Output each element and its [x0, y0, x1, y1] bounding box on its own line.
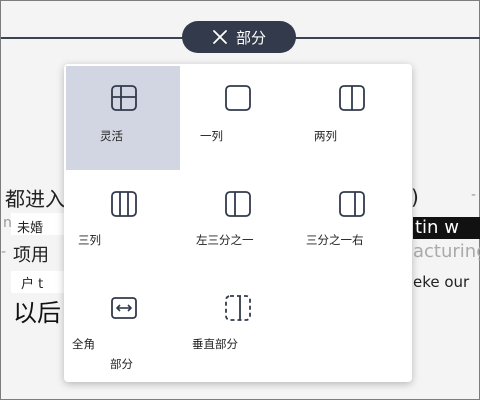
bg-paren-text: )	[411, 185, 419, 209]
bg-hu-text: 户 t	[21, 277, 44, 292]
bg-items-text: 项用	[13, 245, 49, 266]
section-pill[interactable]: 部分	[182, 21, 296, 53]
vertical-section-icon	[225, 295, 251, 321]
layout-option-left-third[interactable]: 左三分之一	[180, 172, 294, 276]
layout-option-label: 三列	[78, 233, 101, 247]
bg-small-text: n	[3, 215, 12, 231]
right-third-icon	[339, 191, 365, 217]
layout-option-vertical-section[interactable]: 垂直部分	[180, 276, 294, 380]
layout-option-full-width[interactable]: 全角 部分	[66, 276, 180, 380]
layout-option-one-column[interactable]: 一列	[180, 66, 294, 170]
three-columns-icon	[111, 191, 137, 217]
close-icon[interactable]	[212, 29, 228, 45]
layout-option-label-line2: 部分	[110, 357, 133, 371]
layout-option-two-columns[interactable]: 两列	[294, 66, 408, 170]
bg-acturing-text: acturing	[413, 241, 480, 262]
bg-dark-label: tin w	[413, 217, 480, 239]
bg-later-text: 以后	[13, 299, 61, 327]
layout-option-label: 灵活	[100, 129, 123, 143]
layout-option-label: 一列	[200, 129, 223, 143]
layout-option-label: 两列	[314, 129, 337, 143]
bg-eke-text: eke our	[413, 273, 470, 291]
bg-unmarried-text: 未婚	[17, 221, 44, 236]
bg-small-text-2: ‑	[1, 244, 7, 260]
full-width-icon	[111, 297, 137, 319]
bg-dot: ‑	[471, 187, 477, 203]
flexible-layout-icon	[111, 85, 137, 111]
section-pill-label: 部分	[235, 28, 266, 47]
one-column-icon	[225, 85, 251, 111]
layout-option-label: 左三分之一	[196, 233, 254, 247]
layout-option-label-line1: 全角	[72, 337, 95, 351]
layout-option-flexible[interactable]: 灵活	[66, 66, 180, 170]
layout-option-label: 垂直部分	[192, 337, 238, 351]
left-third-icon	[225, 191, 251, 217]
layout-option-three-columns[interactable]: 三列	[66, 172, 180, 276]
bg-heading-text: 都进入	[5, 187, 65, 211]
layout-option-right-third[interactable]: 三分之一右	[294, 172, 408, 276]
section-layout-menu: 灵活 一列 两列 三列 左三分之一 三分之一右 全角 部分 垂直部分	[64, 64, 412, 382]
layout-option-label: 三分之一右	[306, 233, 364, 247]
two-columns-icon	[339, 85, 365, 111]
